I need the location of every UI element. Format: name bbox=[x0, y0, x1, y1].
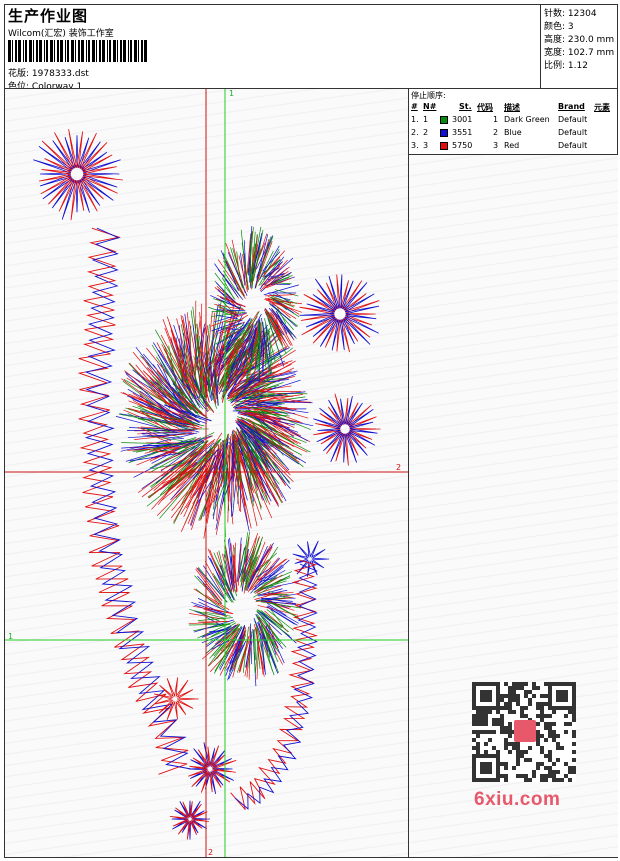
col-element: 元素 bbox=[594, 103, 610, 112]
stat-width: 宽度: 102.7 mm bbox=[544, 48, 615, 58]
row-brand: Default bbox=[558, 141, 588, 150]
file-line: 花版: 1978333.dst bbox=[8, 66, 89, 79]
row-stitches: 3001 bbox=[452, 115, 473, 124]
col-code: 代码 bbox=[477, 103, 493, 112]
col-hash: # bbox=[411, 102, 418, 111]
thread-color-swatch bbox=[440, 142, 448, 150]
axis-label-bottom: 2 bbox=[208, 848, 214, 857]
stat-height: 高度: 230.0 mm bbox=[544, 35, 615, 45]
stop-sequence-panel: 停止顺序: # N# St. 代码 描述 Brand 元素 1. 1 3001 1 Da… bbox=[409, 89, 618, 154]
stats-panel: 针数: 12304 颜色: 3 高度: 230.0 mm 宽度: 102.7 m… bbox=[540, 4, 619, 88]
thread-color-swatch bbox=[440, 116, 448, 124]
row-description: Red bbox=[504, 141, 520, 150]
row-description: Dark Green bbox=[504, 115, 550, 124]
row-stitches: 3551 bbox=[452, 128, 473, 137]
row-code: 1 bbox=[493, 115, 499, 124]
row-code: 2 bbox=[493, 128, 499, 137]
company-name: Wilcom(汇宏) 装饰工作室 bbox=[8, 29, 114, 39]
row-number: 3 bbox=[423, 141, 429, 150]
row-code: 3 bbox=[493, 141, 499, 150]
stat-colors: 颜色: 3 bbox=[544, 22, 574, 32]
stat-scale: 比例: 1.12 bbox=[544, 61, 588, 71]
stop-sequence-title: 停止顺序: bbox=[411, 91, 446, 100]
row-number: 1 bbox=[423, 115, 429, 124]
col-description: 描述 bbox=[504, 103, 520, 112]
file-label: 花版: bbox=[8, 69, 30, 79]
barcode bbox=[8, 40, 147, 62]
watermark: 6xiu.com bbox=[474, 789, 561, 810]
file-name: 1978333.dst bbox=[31, 69, 89, 79]
row-description: Blue bbox=[504, 128, 522, 137]
stat-stitches: 针数: 12304 bbox=[544, 9, 597, 19]
thread-color-swatch bbox=[440, 129, 448, 137]
embroidery-design bbox=[5, 89, 408, 857]
row-hash: 2. bbox=[411, 128, 419, 137]
row-stitches: 5750 bbox=[452, 141, 473, 150]
row-brand: Default bbox=[558, 115, 588, 124]
axis-label-left: 1 bbox=[8, 632, 14, 641]
col-stitches: St. bbox=[459, 102, 472, 111]
row-brand: Default bbox=[558, 128, 588, 137]
axis-label-right: 2 bbox=[396, 463, 402, 472]
axis-label-top: 1 bbox=[229, 89, 235, 98]
row-hash: 3. bbox=[411, 141, 419, 150]
qr-code bbox=[472, 682, 576, 782]
row-hash: 1. bbox=[411, 115, 419, 124]
col-brand: Brand bbox=[558, 102, 585, 111]
col-number: N# bbox=[423, 102, 437, 111]
header-info: 生产作业图 Wilcom(汇宏) 装饰工作室 花版: 1978333.dst 色… bbox=[6, 4, 540, 92]
embroidery-canvas: 1 2 1 2 bbox=[5, 89, 408, 857]
page-title: 生产作业图 bbox=[8, 7, 89, 25]
row-number: 2 bbox=[423, 128, 429, 137]
